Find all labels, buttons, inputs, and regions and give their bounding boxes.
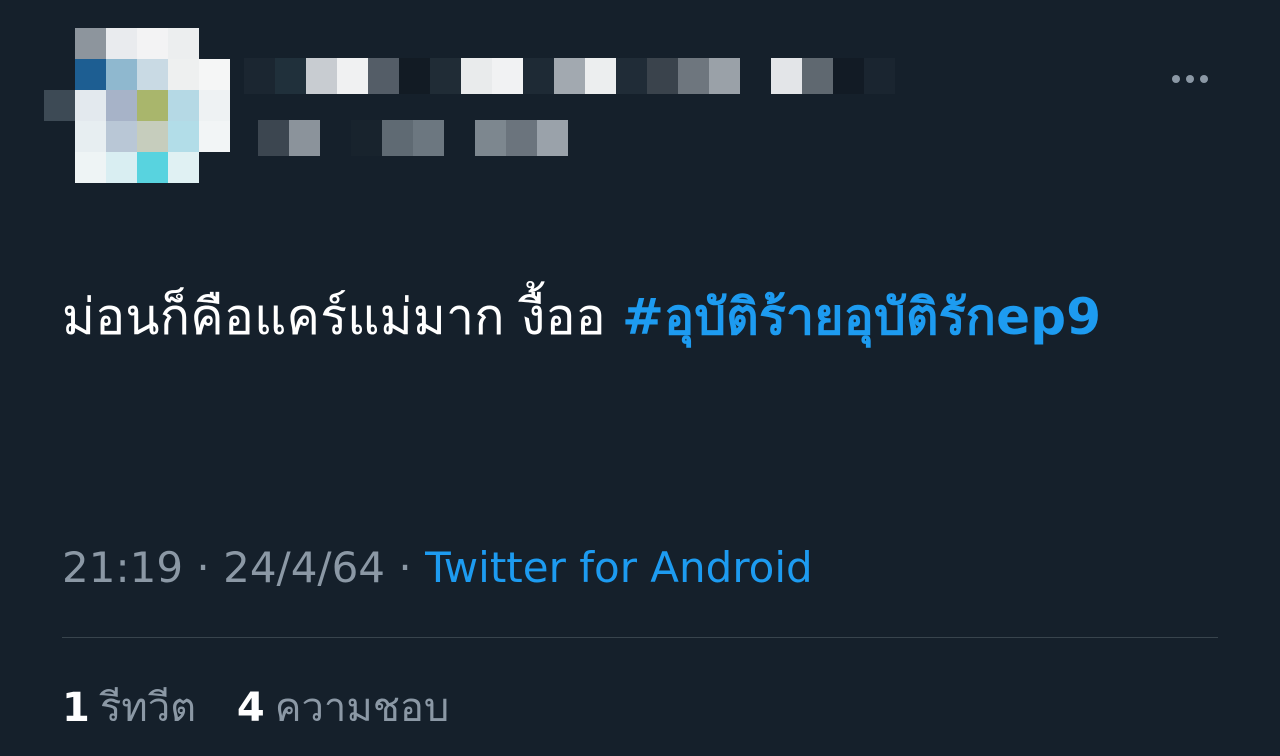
meta-separator: ·	[183, 543, 224, 592]
pixel-block	[75, 59, 106, 90]
pixel-block	[351, 120, 382, 156]
pixel-block	[289, 120, 320, 156]
pixel-block	[306, 58, 337, 94]
pixel-block	[106, 28, 137, 59]
pixel-block	[833, 58, 864, 94]
pixel-block	[137, 121, 168, 152]
meta-separator: ·	[385, 543, 426, 592]
pixel-block	[492, 58, 523, 94]
retweet-label: รีทวีต	[99, 685, 197, 731]
pixel-block	[399, 58, 430, 94]
pixel-block	[258, 120, 289, 156]
user-handle	[258, 120, 578, 156]
pixel-block	[106, 59, 137, 90]
divider	[62, 637, 1218, 638]
pixel-block	[368, 58, 399, 94]
pixel-block	[537, 120, 568, 156]
pixel-block	[75, 28, 106, 59]
dot-icon	[1172, 75, 1180, 83]
pixel-block	[275, 58, 306, 94]
tweet-meta: 21:19 · 24/4/64 · Twitter for Android	[62, 538, 1222, 598]
display-name[interactable]	[244, 58, 895, 94]
source-link[interactable]: Twitter for Android	[425, 543, 813, 592]
pixel-block	[75, 152, 106, 183]
pixel-block	[168, 121, 199, 152]
pixel-block	[523, 58, 554, 94]
avatar[interactable]	[44, 28, 234, 188]
more-options-icon[interactable]	[1164, 63, 1216, 95]
pixel-block	[461, 58, 492, 94]
retweets-stat[interactable]: 1 รีทวีต	[62, 680, 196, 736]
likes-stat[interactable]: 4 ความชอบ	[237, 680, 449, 736]
pixel-block	[740, 58, 771, 94]
pixel-block	[647, 58, 678, 94]
retweet-count: 1	[62, 685, 90, 731]
pixel-block	[168, 90, 199, 121]
tweet-text: ม่อนก็คือแคร์แม่มาก งื้ออ #อุบัติร้ายอุบ…	[62, 272, 1227, 362]
pixel-block	[430, 58, 461, 94]
pixel-block	[168, 152, 199, 183]
pixel-block	[678, 58, 709, 94]
pixel-block	[506, 120, 537, 156]
pixel-block	[106, 121, 137, 152]
pixel-block	[199, 59, 230, 90]
pixel-block	[106, 152, 137, 183]
pixel-block	[382, 120, 413, 156]
pixel-block	[709, 58, 740, 94]
pixel-block	[137, 152, 168, 183]
hashtag-link[interactable]: #อุบัติร้ายอุบัติรักep9	[622, 288, 1101, 346]
like-label: ความชอบ	[274, 685, 450, 731]
dot-icon	[1186, 75, 1194, 83]
pixel-block	[802, 58, 833, 94]
pixel-block	[320, 120, 351, 156]
pixel-block	[864, 58, 895, 94]
pixel-block	[106, 90, 137, 121]
like-count: 4	[236, 685, 265, 731]
pixel-block	[585, 58, 616, 94]
pixel-block	[75, 121, 106, 152]
pixel-block	[337, 58, 368, 94]
pixel-block	[413, 120, 444, 156]
pixel-block	[771, 58, 802, 94]
tweet-time[interactable]: 21:19	[62, 543, 183, 592]
tweet-body: ม่อนก็คือแคร์แม่มาก งื้ออ	[62, 288, 623, 346]
dot-icon	[1200, 75, 1208, 83]
pixel-block	[444, 120, 475, 156]
pixel-block	[44, 90, 75, 121]
pixel-block	[475, 120, 506, 156]
pixel-block	[199, 121, 230, 152]
pixel-block	[199, 90, 230, 121]
pixel-block	[244, 58, 275, 94]
pixel-block	[137, 90, 168, 121]
pixel-block	[168, 59, 199, 90]
tweet-date[interactable]: 24/4/64	[223, 543, 385, 592]
pixel-block	[554, 58, 585, 94]
pixel-block	[137, 59, 168, 90]
pixel-block	[137, 28, 168, 59]
pixel-block	[75, 90, 106, 121]
tweet-stats: 1 รีทวีต 4 ความชอบ	[62, 680, 1222, 736]
pixel-block	[168, 28, 199, 59]
pixel-block	[616, 58, 647, 94]
